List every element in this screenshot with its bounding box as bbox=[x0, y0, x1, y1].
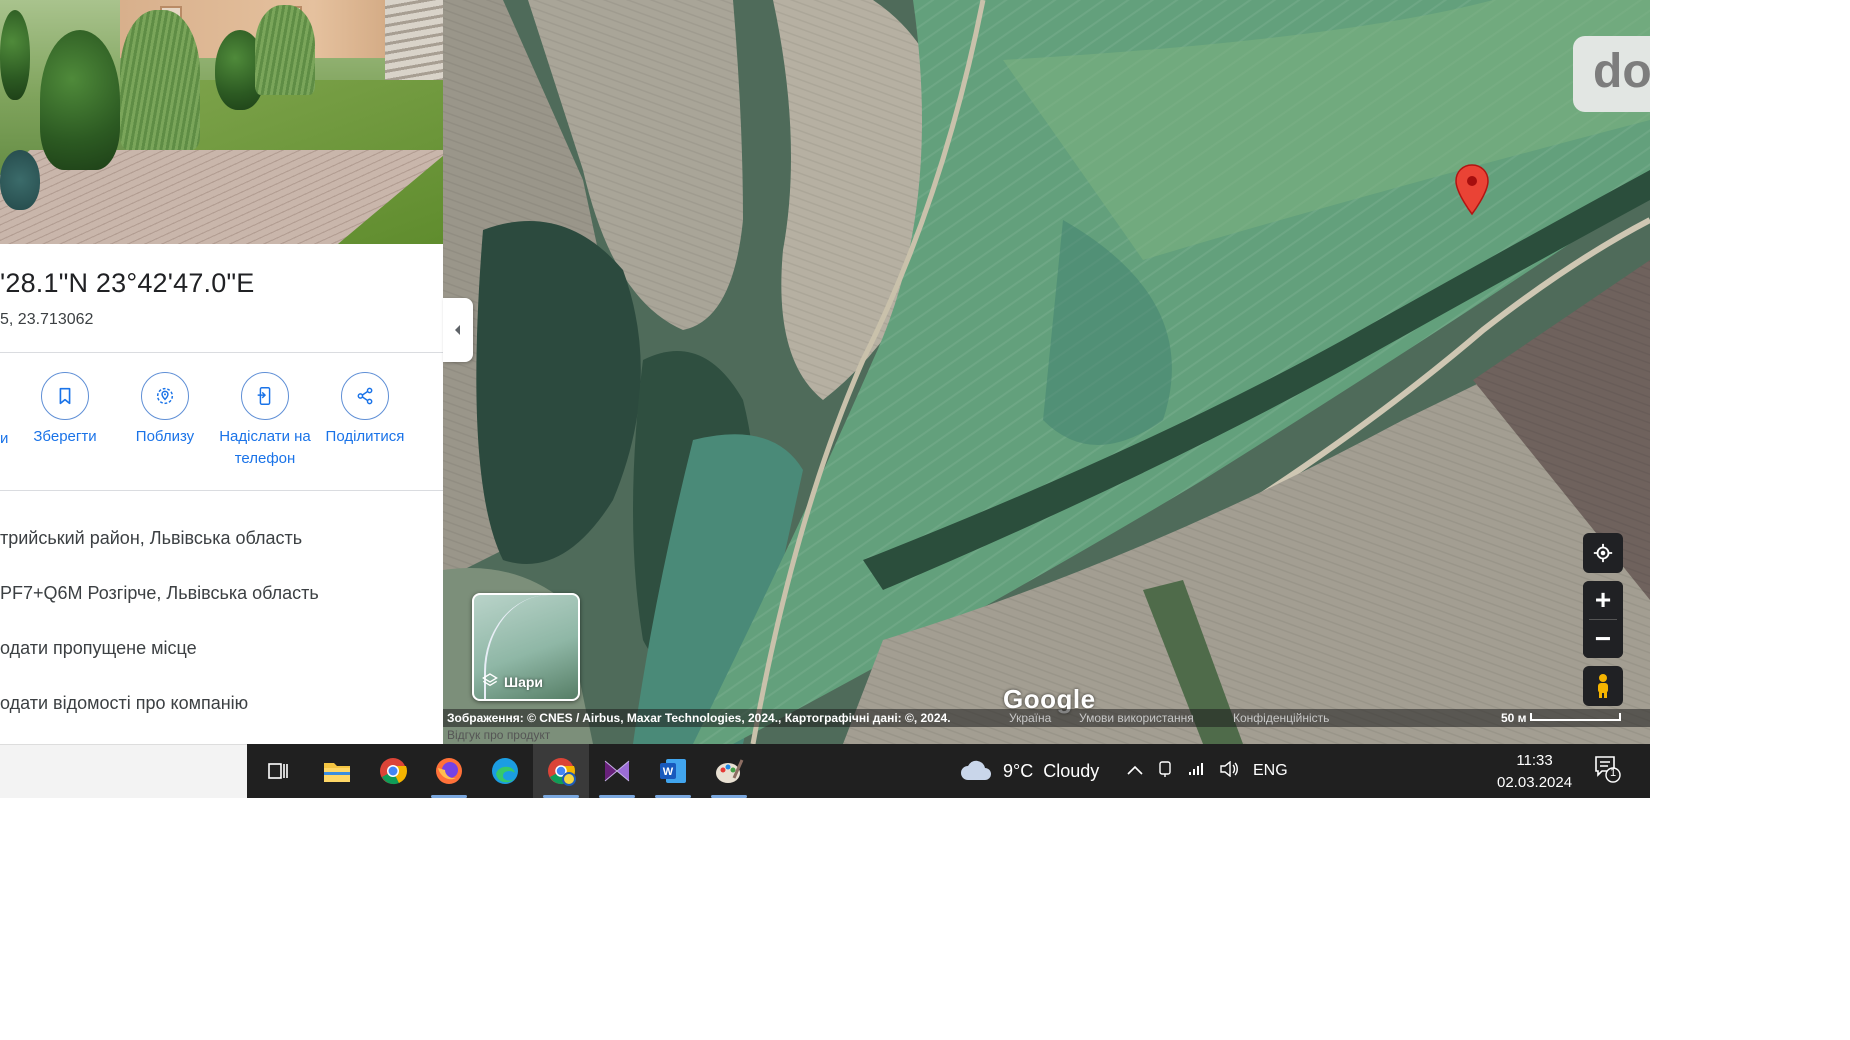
visual-studio-icon[interactable] bbox=[589, 744, 645, 798]
task-view-icon[interactable] bbox=[250, 744, 306, 798]
add-business-link[interactable]: одати відомості про компанію bbox=[0, 693, 248, 714]
attribution-bar: Зображення: © CNES / Airbus, Maxar Techn… bbox=[443, 709, 1650, 727]
zoom-out-button[interactable]: − bbox=[1583, 620, 1623, 658]
chevron-up-icon[interactable] bbox=[1127, 762, 1143, 780]
map-controls: + − bbox=[1583, 533, 1623, 706]
country-link[interactable]: Україна bbox=[1009, 709, 1051, 727]
place-photo[interactable] bbox=[0, 0, 443, 244]
satellite-imagery bbox=[443, 0, 1650, 744]
collapse-panel-button[interactable] bbox=[443, 298, 473, 362]
share-button[interactable]: Поділитися bbox=[315, 372, 415, 448]
zoom-in-button[interactable]: + bbox=[1583, 581, 1623, 619]
coordinates-decimal: 5, 23.713062 bbox=[0, 311, 94, 328]
partial-badge[interactable]: do bbox=[1573, 36, 1650, 112]
location-pin-icon[interactable] bbox=[1453, 163, 1491, 217]
scale-bar[interactable] bbox=[1530, 713, 1621, 721]
clock[interactable]: 11:33 02.03.2024 bbox=[1497, 750, 1572, 794]
cloud-icon bbox=[961, 760, 991, 780]
shrub bbox=[0, 10, 30, 100]
weather-widget[interactable]: 9°C Cloudy bbox=[959, 744, 1099, 798]
place-panel: '28.1"N 23°42'47.0"E 5, 23.713062 и Збер… bbox=[0, 0, 443, 744]
save-label: Зберегти bbox=[33, 428, 97, 445]
system-tray: ENG bbox=[1127, 744, 1288, 798]
coordinates-title: '28.1"N 23°42'47.0"E bbox=[0, 268, 255, 298]
my-location-button[interactable] bbox=[1583, 533, 1623, 573]
screen: '28.1"N 23°42'47.0"E 5, 23.713062 и Збер… bbox=[0, 0, 1650, 798]
share-label: Поділитися bbox=[325, 428, 405, 445]
stairs bbox=[385, 0, 443, 80]
ornamental-grass bbox=[255, 5, 315, 95]
language-indicator[interactable]: ENG bbox=[1253, 762, 1288, 780]
taskbar: W 9°C Cloudy ENG 11:33 02.03.2024 1 bbox=[247, 744, 1650, 798]
notification-center-icon[interactable]: 1 bbox=[1593, 754, 1621, 789]
feedback-link[interactable]: Відгук про продукт bbox=[447, 728, 550, 742]
clock-date: 02.03.2024 bbox=[1497, 774, 1573, 791]
address-line[interactable]: трийський район, Львівська область bbox=[0, 528, 302, 549]
scale-label: 50 м bbox=[1501, 711, 1527, 725]
crosshair-icon bbox=[1593, 543, 1613, 563]
send-to-phone-icon bbox=[241, 372, 289, 420]
nearby-button[interactable]: Поблизу bbox=[115, 372, 215, 448]
plus-code-line[interactable]: PF7+Q6M Розгірче, Львівська область bbox=[0, 583, 319, 604]
privacy-link[interactable]: Конфіденційність bbox=[1233, 709, 1329, 727]
route-button-label[interactable]: и bbox=[0, 430, 8, 447]
send-to-phone-button[interactable]: Надіслати на телефон bbox=[215, 372, 315, 470]
weather-temp: 9°C bbox=[1003, 760, 1034, 781]
nearby-icon bbox=[141, 372, 189, 420]
clock-time: 11:33 bbox=[1516, 752, 1553, 769]
chrome-icon[interactable] bbox=[365, 744, 421, 798]
svg-text:W: W bbox=[663, 766, 674, 778]
word-icon[interactable]: W bbox=[645, 744, 701, 798]
layers-button[interactable]: Шари bbox=[472, 593, 580, 701]
conifer bbox=[40, 30, 120, 170]
firefox-icon[interactable] bbox=[421, 744, 477, 798]
network-icon[interactable] bbox=[1187, 761, 1205, 782]
volume-icon[interactable] bbox=[1219, 760, 1239, 782]
ornamental-grass bbox=[120, 10, 200, 150]
shrub bbox=[0, 150, 40, 210]
weather-text: Cloudy bbox=[1043, 760, 1100, 781]
add-missing-place-link[interactable]: одати пропущене місце bbox=[0, 638, 197, 659]
taskbar-search-area[interactable] bbox=[0, 744, 247, 798]
divider bbox=[0, 352, 443, 353]
chrome-profile-icon[interactable] bbox=[533, 744, 589, 798]
file-explorer-icon[interactable] bbox=[309, 744, 365, 798]
send-to-phone-label: Надіслати на телефон bbox=[219, 428, 311, 467]
chevron-left-icon bbox=[455, 325, 460, 335]
layers-label: Шари bbox=[482, 672, 543, 691]
notification-count: 1 bbox=[1610, 767, 1617, 779]
terms-link[interactable]: Умови використання bbox=[1079, 709, 1194, 727]
nearby-label: Поблизу bbox=[135, 428, 195, 445]
layers-icon bbox=[482, 672, 498, 691]
layers-text: Шари bbox=[504, 673, 544, 690]
edge-icon[interactable] bbox=[477, 744, 533, 798]
share-icon bbox=[341, 372, 389, 420]
device-icon[interactable] bbox=[1157, 760, 1173, 783]
divider bbox=[0, 490, 443, 491]
imagery-attribution: Зображення: © CNES / Airbus, Maxar Techn… bbox=[447, 711, 951, 725]
zoom-controls: + − bbox=[1583, 581, 1623, 658]
bookmark-icon bbox=[41, 372, 89, 420]
satellite-map[interactable]: do Шари Google + − bbox=[443, 0, 1650, 744]
save-button[interactable]: Зберегти bbox=[15, 372, 115, 448]
street-view-pegman-icon[interactable] bbox=[1583, 666, 1623, 706]
paint-icon[interactable] bbox=[701, 744, 757, 798]
